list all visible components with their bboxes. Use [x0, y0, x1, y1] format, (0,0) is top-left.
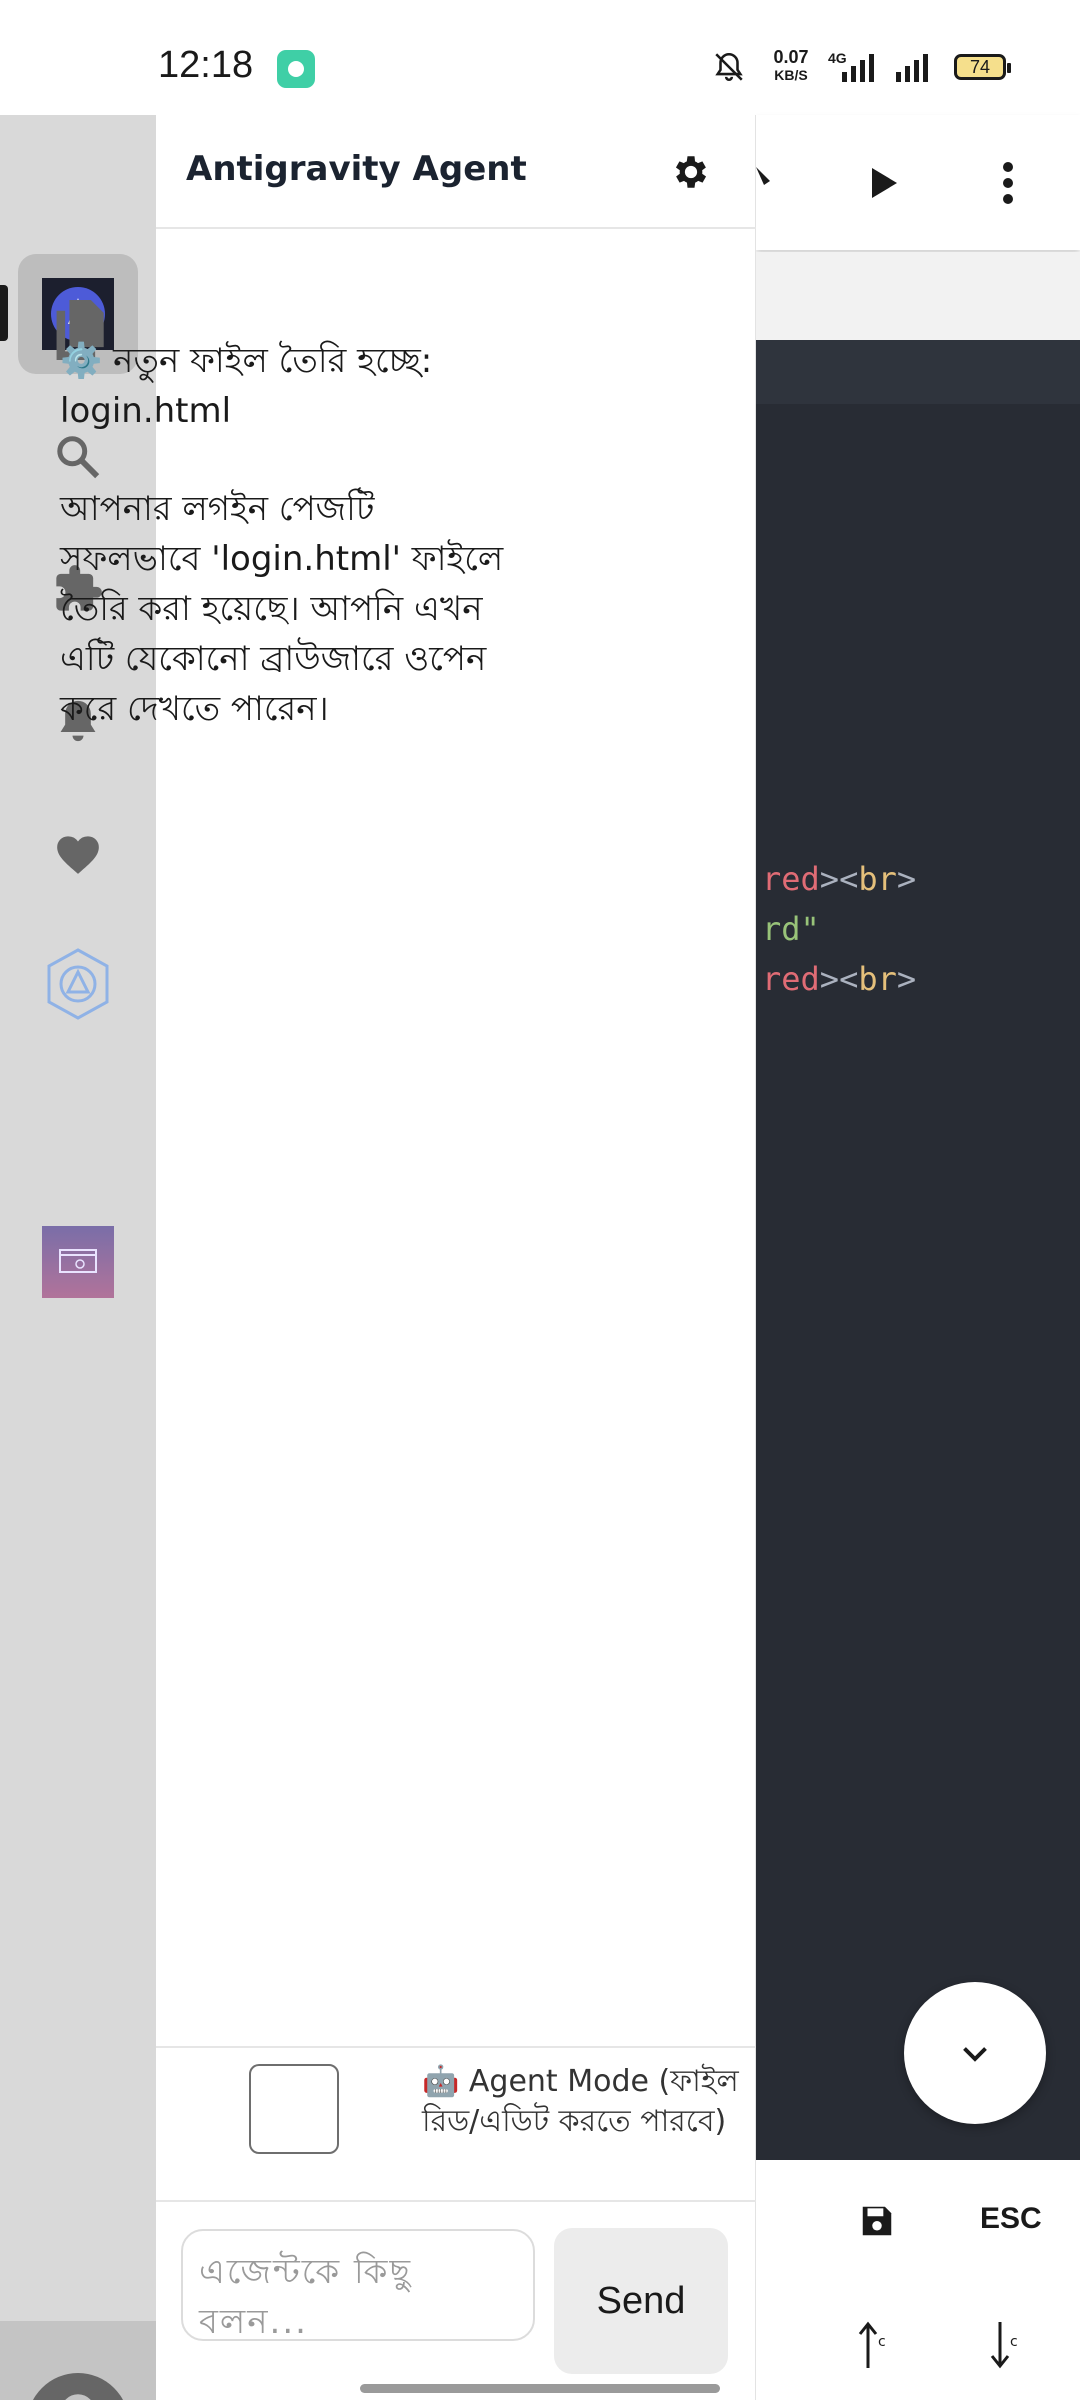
status-icons: 0.07 KB/S 4G 74 [712, 44, 1012, 94]
home-indicator[interactable] [360, 2384, 720, 2393]
ai-hex-icon[interactable] [40, 946, 116, 1022]
editor-bottom-toolbar: c c [756, 2160, 1080, 2400]
code-punct: >< [819, 960, 859, 998]
settings-gear-icon[interactable] [670, 151, 712, 193]
code-punct: >< [819, 860, 859, 898]
more-vertical-icon[interactable] [996, 159, 1020, 207]
app-thumbnail[interactable] [42, 1226, 114, 1298]
code-attr: red [762, 860, 820, 898]
account-icon [33, 2373, 123, 2400]
svg-text:c: c [878, 2334, 886, 2350]
code-punct: > [896, 960, 917, 998]
network-speed-unit: KB/S [774, 67, 808, 83]
chat-input[interactable] [181, 2229, 535, 2341]
panel-title: Antigravity Agent [186, 149, 527, 189]
signal-icon-2 [896, 54, 928, 82]
activity-active-marker [0, 285, 8, 341]
chat-message-reply: আপনার লগইন পেজটি সফলভাবে 'login.html' ফা… [60, 484, 520, 734]
agent-mode-row: 🤖 Agent Mode (ফাইল রিড/এডিট করতে পারবে) [156, 2046, 756, 2202]
network-speed: 0.07 KB/S [762, 48, 820, 84]
code-tag: br [858, 860, 897, 898]
code-header-band [756, 340, 1080, 404]
code-line-2: rd" [762, 910, 820, 948]
code-attr: red [762, 960, 820, 998]
chat-message-status: ⚙️ নতুন ফাইল তৈরি হচ্ছে: login.html [60, 336, 520, 436]
status-bar: 12:18 0.07 KB/S 4G 74 [0, 0, 1080, 115]
svg-text:c: c [1010, 2334, 1018, 2350]
message-text: আপনার লগইন পেজটি সফলভাবে 'login.html' ফা… [60, 489, 504, 729]
account-button[interactable] [0, 2321, 156, 2400]
agent-mode-checkbox[interactable] [249, 2064, 339, 2154]
arrow-down-icon[interactable]: c [990, 2320, 1024, 2370]
mute-bell-icon [715, 52, 743, 81]
chat-messages: ⚙️ নতুন ফাইল তৈরি হচ্ছে: login.html আপনা… [60, 336, 520, 782]
code-tag: br [858, 960, 897, 998]
scroll-down-button[interactable] [904, 1982, 1046, 2124]
code-string: rd" [762, 910, 820, 948]
status-time: 12:18 [158, 44, 254, 86]
network-speed-value: 0.07 [773, 47, 809, 67]
save-icon[interactable] [858, 2202, 896, 2240]
agent-mode-label: 🤖 Agent Mode (ফাইল রিড/এডিট করতে পারবে) [422, 2064, 739, 2139]
battery-icon: 74 [954, 54, 1011, 80]
gear-emoji-icon: ⚙️ [60, 341, 103, 381]
edit-icon[interactable] [756, 157, 778, 197]
code-punct: > [896, 860, 917, 898]
code-line-3: red><br> [762, 960, 916, 998]
chevron-down-icon [963, 2047, 987, 2062]
code-editor[interactable]: red><br> rd" red><br> [756, 340, 1080, 2160]
esc-key-button[interactable]: ESC [980, 2202, 1042, 2236]
favorites-icon[interactable] [43, 818, 113, 888]
send-button[interactable]: Send [554, 2228, 728, 2374]
message-text: নতুন ফাইল তৈরি হচ্ছে: login.html [60, 341, 433, 431]
run-play-icon[interactable] [862, 163, 902, 203]
signal-icon-1 [842, 54, 874, 82]
app-notification-icon [277, 50, 315, 88]
editor-tab-strip [756, 252, 1080, 340]
agent-panel-header: Antigravity Agent [156, 115, 756, 229]
editor-toolbar [756, 115, 1080, 250]
code-line-1: red><br> [762, 860, 916, 898]
arrow-up-icon[interactable]: c [858, 2320, 892, 2370]
